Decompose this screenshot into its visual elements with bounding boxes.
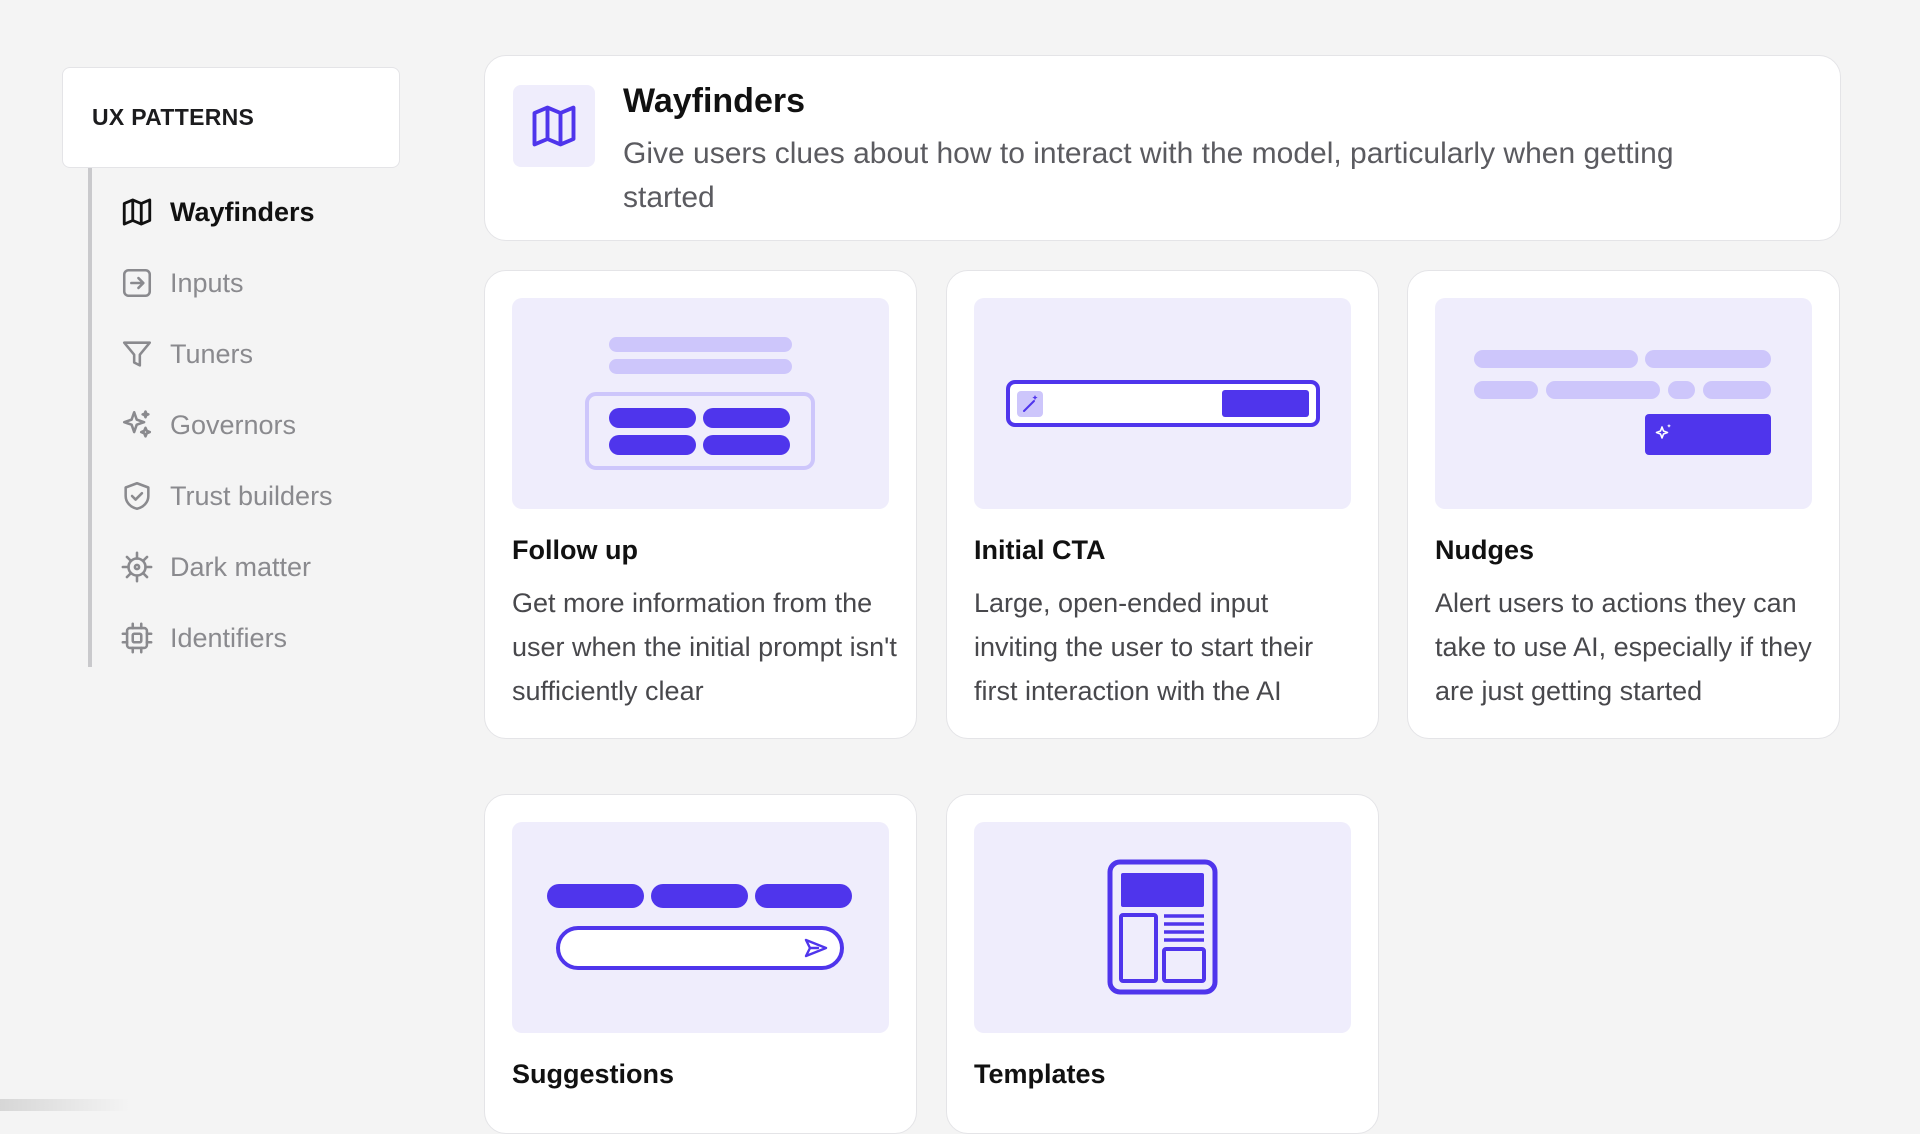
sidebar-item-label: Dark matter [170, 551, 312, 582]
filter-icon [120, 337, 154, 371]
card-description: Large, open-ended input inviting the use… [974, 588, 1314, 706]
initial-cta-illustration [974, 298, 1351, 509]
pattern-card-templates[interactable]: Templates [946, 794, 1379, 1134]
card-title: Templates [974, 1059, 1106, 1089]
sidebar-item-label: Trust builders [170, 480, 333, 511]
sidebar-item-label: Governors [170, 409, 297, 440]
chip-icon [120, 621, 154, 655]
nudges-illustration [1435, 298, 1812, 509]
map-icon [513, 85, 595, 167]
sidebar-header-label: UX PATTERNS [92, 104, 255, 130]
arrow-in-square-icon [120, 266, 154, 300]
sparkle-icon [120, 408, 154, 442]
sidebar-item-trust-builders[interactable]: Trust builders [120, 476, 333, 516]
pattern-card-initial-cta[interactable]: Initial CTA Large, open-ended input invi… [946, 270, 1379, 739]
sidebar-item-identifiers[interactable]: Identifiers [120, 618, 287, 658]
suggestions-illustration [512, 822, 889, 1033]
section-header-card: Wayfinders Give users clues about how to… [484, 55, 1841, 241]
pattern-card-suggestions[interactable]: Suggestions [484, 794, 917, 1134]
page-title: Wayfinders [623, 82, 806, 120]
virus-icon [120, 550, 154, 584]
sidebar-item-label: Wayfinders [170, 196, 315, 227]
sidebar-item-label: Tuners [170, 338, 254, 369]
card-description: Get more information from the user when … [512, 588, 897, 706]
pattern-card-nudges[interactable]: Nudges Alert users to actions they can t… [1407, 270, 1840, 739]
sidebar-item-wayfinders[interactable]: Wayfinders [120, 192, 315, 232]
sidebar-item-label: Inputs [170, 267, 244, 298]
scroll-shadow [0, 1099, 130, 1111]
shield-check-icon [120, 479, 154, 513]
card-title: Initial CTA [974, 535, 1106, 565]
map-icon [120, 195, 154, 229]
sidebar-item-governors[interactable]: Governors [120, 405, 296, 445]
card-title: Nudges [1435, 535, 1535, 565]
pattern-card-follow-up[interactable]: Follow up Get more information from the … [484, 270, 917, 739]
card-title: Suggestions [512, 1059, 675, 1089]
templates-illustration [974, 822, 1351, 1033]
card-description: Alert users to actions they can take to … [1435, 588, 1812, 706]
sidebar-item-dark-matter[interactable]: Dark matter [120, 547, 311, 587]
page-description: Give users clues about how to interact w… [623, 137, 1674, 214]
sidebar-item-label: Identifiers [170, 622, 288, 653]
sidebar-item-inputs[interactable]: Inputs [120, 263, 244, 303]
sidebar-item-tuners[interactable]: Tuners [120, 334, 253, 374]
sidebar-header: UX PATTERNS [62, 67, 400, 168]
follow-up-illustration [512, 298, 889, 509]
card-title: Follow up [512, 535, 638, 565]
sidebar-nav: Wayfinders Inputs Tuners Governors Trust… [88, 168, 388, 667]
